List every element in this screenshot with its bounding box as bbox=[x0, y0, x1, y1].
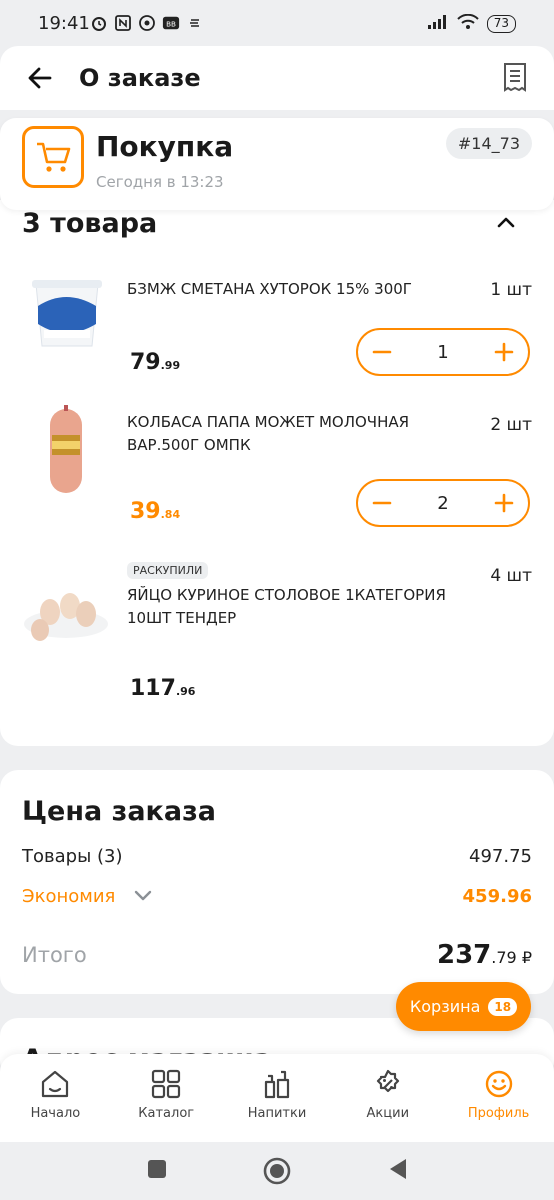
wifi-icon bbox=[457, 13, 479, 34]
product-image-sausage bbox=[20, 405, 112, 497]
status-time: 19:41 bbox=[38, 13, 90, 34]
nav-label: Профиль bbox=[467, 1106, 530, 1121]
economy-row[interactable]: Экономия 459.96 bbox=[22, 886, 532, 908]
product-price: 79.99 bbox=[130, 350, 181, 375]
cart-count-badge: 18 bbox=[488, 997, 518, 1016]
system-back-icon[interactable] bbox=[386, 1156, 412, 1182]
alarm-icon bbox=[90, 14, 108, 32]
goods-row: Товары (3) 497.75 bbox=[22, 846, 532, 867]
economy-label: Экономия bbox=[22, 886, 116, 907]
nav-item-catalog[interactable]: Каталог bbox=[111, 1054, 222, 1142]
product-image-sour-cream bbox=[20, 270, 112, 362]
notification-icon bbox=[186, 14, 204, 32]
home-icon bbox=[39, 1068, 71, 1100]
items-count-title: 3 товара bbox=[22, 208, 158, 239]
chevron-up-icon[interactable] bbox=[496, 214, 516, 228]
quantity-stepper[interactable]: 1 bbox=[356, 328, 530, 376]
product-quantity: 1 шт bbox=[490, 280, 532, 300]
price-section-title: Цена заказа bbox=[22, 796, 216, 827]
plus-icon[interactable] bbox=[492, 340, 516, 364]
goods-label: Товары (3) bbox=[22, 846, 123, 867]
nav-label: Каталог bbox=[138, 1106, 195, 1121]
vk-icon: BB bbox=[162, 14, 180, 32]
nav-item-promo[interactable]: Акции bbox=[332, 1054, 443, 1142]
goods-value: 497.75 bbox=[469, 846, 532, 867]
chevron-down-icon bbox=[133, 887, 153, 908]
receipt-icon[interactable] bbox=[502, 62, 528, 92]
product-name: КОЛБАСА ПАПА МОЖЕТ МОЛОЧНАЯ ВАР.500Г ОМП… bbox=[127, 413, 410, 454]
profile-icon bbox=[483, 1068, 515, 1100]
order-price-section: Цена заказа Товары (3) 497.75 Экономия 4… bbox=[0, 770, 554, 994]
svg-text:BB: BB bbox=[166, 20, 176, 29]
back-arrow-icon[interactable] bbox=[26, 64, 54, 92]
total-value: 237.79 ₽ bbox=[437, 940, 532, 970]
quantity-stepper[interactable]: 2 bbox=[356, 479, 530, 527]
product-price: 117.96 bbox=[130, 676, 196, 701]
nav-label: Акции bbox=[366, 1106, 410, 1121]
sold-out-tag: РАСКУПИЛИ bbox=[127, 562, 209, 579]
economy-toggle[interactable]: Экономия bbox=[22, 886, 153, 908]
product-name: БЗМЖ СМЕТАНА ХУТОРОК 15% 300Г bbox=[127, 280, 412, 298]
economy-value: 459.96 bbox=[462, 886, 532, 908]
nav-item-home[interactable]: Начало bbox=[0, 1054, 111, 1142]
product-price: 39.84 bbox=[130, 499, 181, 524]
page-title: О заказе bbox=[79, 64, 201, 92]
product-quantity: 4 шт bbox=[490, 566, 532, 586]
battery-indicator: 73 bbox=[486, 15, 516, 33]
system-navigation-bar bbox=[0, 1142, 554, 1200]
app-header: О заказе bbox=[0, 46, 554, 110]
order-date: Сегодня в 13:23 bbox=[96, 173, 224, 191]
product-image-eggs bbox=[20, 562, 112, 654]
plus-icon[interactable] bbox=[492, 491, 516, 515]
drinks-icon bbox=[261, 1068, 293, 1100]
total-label: Итого bbox=[22, 943, 87, 967]
recent-apps-icon[interactable] bbox=[144, 1156, 170, 1182]
nav-label: Начало bbox=[30, 1106, 81, 1121]
cart-button[interactable]: Корзина 18 bbox=[396, 982, 531, 1031]
status-bar: 19:41 BB 73 bbox=[0, 0, 554, 46]
order-summary-card: Покупка Сегодня в 13:23 #14_73 bbox=[0, 118, 554, 210]
promo-icon bbox=[372, 1068, 404, 1100]
catalog-icon bbox=[150, 1068, 182, 1100]
whatsapp-icon bbox=[138, 14, 156, 32]
cart-button-label: Корзина bbox=[409, 997, 481, 1016]
nfc-icon bbox=[114, 14, 132, 32]
product-quantity: 2 шт bbox=[490, 415, 532, 435]
order-number-badge: #14_73 bbox=[445, 128, 532, 159]
nav-item-profile[interactable]: Профиль bbox=[443, 1054, 554, 1142]
signal-icon bbox=[427, 14, 449, 34]
total-row: Итого 237.79 ₽ bbox=[22, 940, 532, 970]
nav-item-drinks[interactable]: Напитки bbox=[222, 1054, 333, 1142]
nav-label: Напитки bbox=[247, 1106, 307, 1121]
home-button-icon[interactable] bbox=[262, 1156, 291, 1185]
bottom-navigation: Начало Каталог Напитки Акции Профиль bbox=[0, 1054, 554, 1142]
product-name: ЯЙЦО КУРИНОЕ СТОЛОВОЕ 1КАТЕГОРИЯ 10ШТ ТЕ… bbox=[127, 586, 446, 627]
items-section: 3 товара БЗМЖ СМЕТАНА ХУТОРОК 15% 300Г 1… bbox=[0, 200, 554, 746]
shopping-cart-icon bbox=[22, 126, 84, 188]
order-type-title: Покупка bbox=[96, 130, 234, 163]
